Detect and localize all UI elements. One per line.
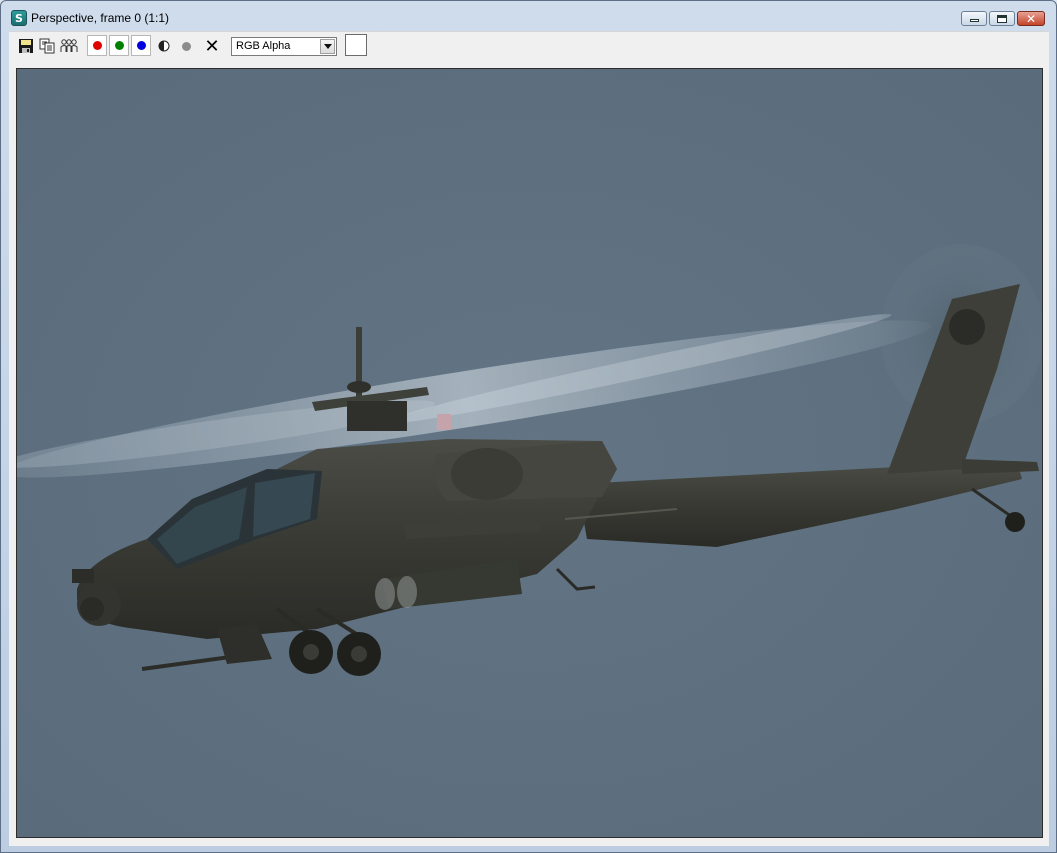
monochrome-icon — [158, 40, 170, 52]
render-viewport[interactable] — [16, 68, 1043, 838]
copy-button[interactable] — [38, 37, 56, 55]
clear-button[interactable]: ✕ — [203, 35, 221, 57]
clone-button[interactable] — [60, 37, 78, 55]
close-icon: ✕ — [1025, 11, 1037, 26]
copy-icon — [39, 38, 55, 54]
alpha-channel-toggle[interactable] — [177, 37, 195, 55]
clear-icon: ✕ — [204, 35, 220, 57]
blue-channel-toggle[interactable] — [131, 35, 151, 56]
channel-display-value: RGB Alpha — [236, 40, 291, 52]
red-channel-toggle[interactable] — [87, 35, 107, 56]
clone-icon — [60, 39, 78, 52]
frame-buffer-window: S Perspective, frame 0 (1:1) ✕ ✕ RGB Alp… — [0, 0, 1057, 853]
toolbar: ✕ RGB Alpha — [9, 31, 1049, 59]
save-icon — [19, 39, 33, 53]
helicopter-render — [17, 69, 1042, 837]
minimize-icon — [969, 19, 979, 22]
restore-icon — [997, 14, 1007, 23]
save-button[interactable] — [17, 37, 35, 55]
title-bar[interactable]: S Perspective, frame 0 (1:1) ✕ — [1, 1, 1056, 31]
minimize-button[interactable] — [961, 11, 987, 26]
close-button[interactable]: ✕ — [1017, 11, 1045, 26]
blue-channel-icon — [136, 41, 146, 50]
color-swatch[interactable] — [345, 34, 367, 56]
green-channel-toggle[interactable] — [109, 35, 129, 56]
viewport-frame — [9, 59, 1049, 846]
red-channel-icon — [92, 41, 102, 50]
app-icon[interactable]: S — [11, 10, 27, 26]
chevron-down-icon[interactable] — [320, 39, 335, 54]
alpha-icon — [181, 41, 191, 51]
window-title: Perspective, frame 0 (1:1) — [31, 11, 170, 25]
monochrome-button[interactable] — [155, 37, 173, 55]
green-channel-icon — [114, 41, 124, 50]
channel-display-select[interactable]: RGB Alpha — [231, 37, 337, 56]
maximize-button[interactable] — [989, 11, 1015, 26]
